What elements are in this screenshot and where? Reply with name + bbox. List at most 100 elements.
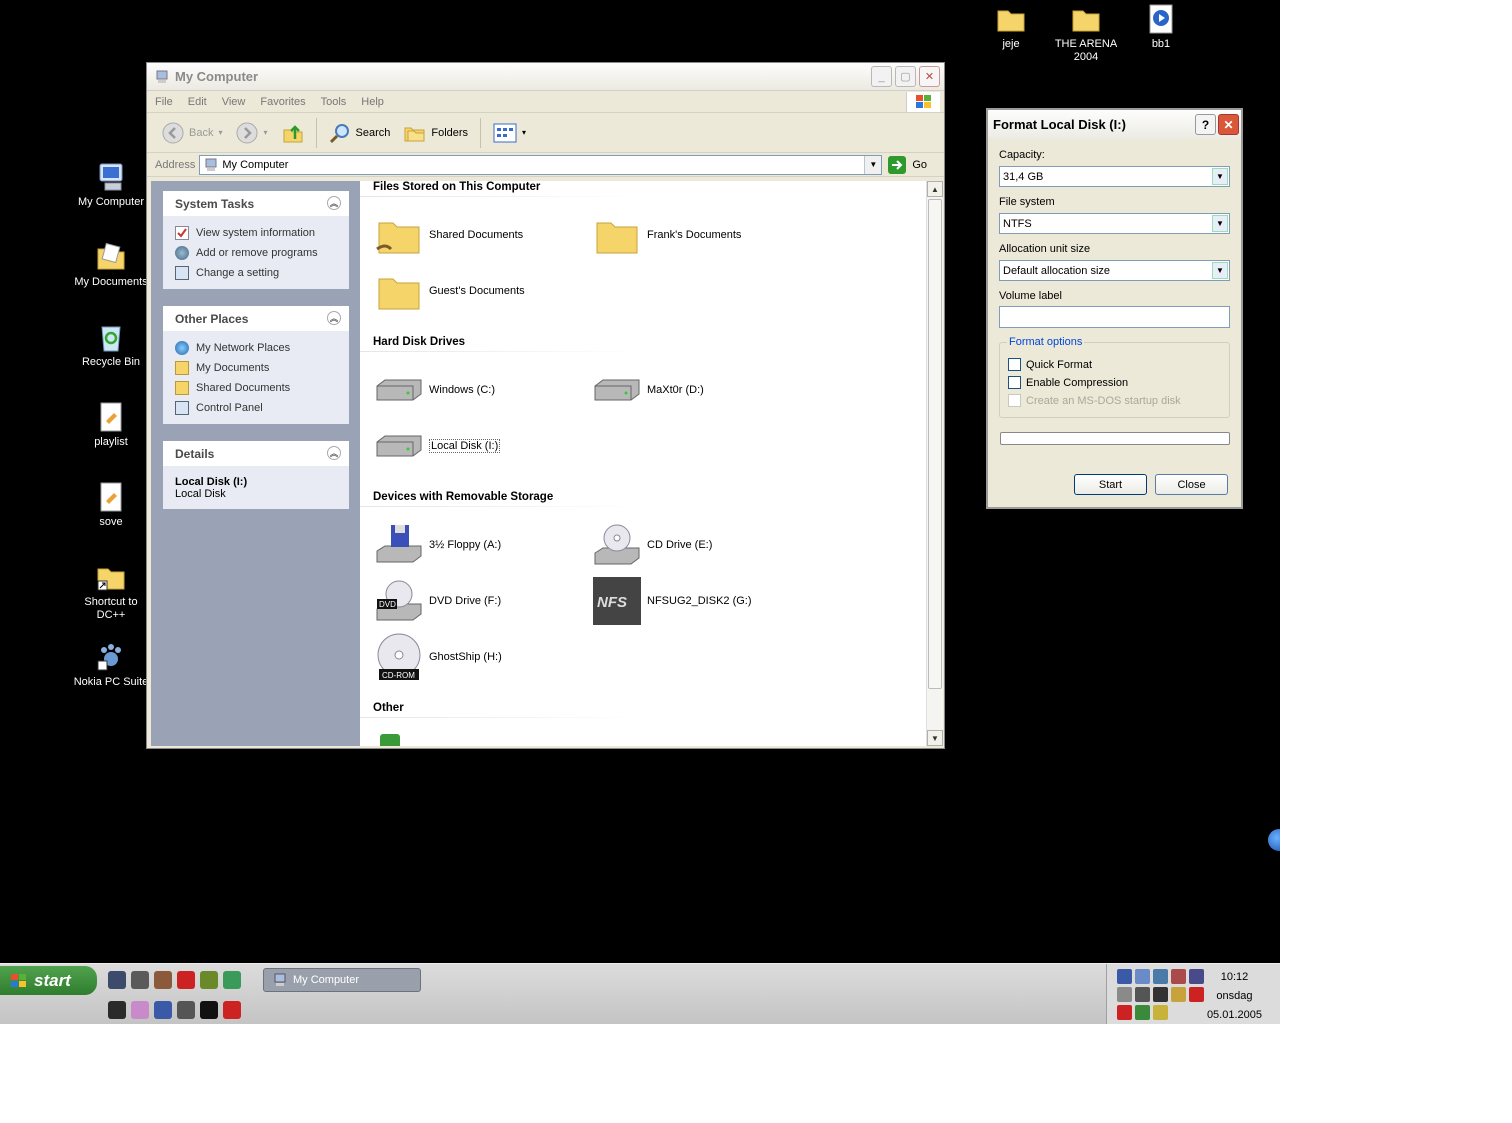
tray-icon[interactable]: [1153, 1005, 1168, 1020]
item-maxtor-d[interactable]: MaXt0r (D:): [593, 366, 704, 414]
task-view-system-information[interactable]: View system information: [175, 223, 349, 243]
views-button[interactable]: ▾: [488, 121, 531, 145]
item-cd-drive-e[interactable]: CD Drive (E:): [593, 521, 712, 569]
up-folder-button[interactable]: [277, 120, 309, 146]
place-shared-documents[interactable]: Shared Documents: [175, 378, 349, 398]
system-tasks-header[interactable]: System Tasks ︽: [163, 191, 349, 216]
menu-view[interactable]: View: [222, 96, 246, 108]
quick-launch-icon[interactable]: [200, 1001, 218, 1019]
close-icon[interactable]: ✕: [1218, 114, 1239, 135]
task-add-remove-programs[interactable]: Add or remove programs: [175, 243, 349, 263]
start-button[interactable]: start: [0, 966, 97, 995]
tray-icon[interactable]: [1117, 1005, 1132, 1020]
minimize-button[interactable]: _: [871, 66, 892, 87]
collapse-chevron-icon[interactable]: ︽: [327, 311, 341, 325]
tray-icon[interactable]: [1135, 969, 1150, 984]
desktop-icon-recycle-bin[interactable]: Recycle Bin: [71, 321, 151, 369]
address-dropdown-button[interactable]: ▼: [864, 155, 882, 174]
desktop-icon-my-computer[interactable]: My Computer: [71, 161, 151, 209]
capacity-select[interactable]: 31,4 GB ▼: [999, 166, 1230, 187]
desktop-icon-shortcut-dcpp[interactable]: Shortcut to DC++: [71, 561, 151, 622]
menu-help[interactable]: Help: [361, 96, 384, 108]
scroll-up-button[interactable]: ▲: [927, 181, 943, 197]
item-floppy-a[interactable]: 3½ Floppy (A:): [375, 521, 501, 569]
quick-launch-icon[interactable]: [108, 971, 126, 989]
quick-launch-icon[interactable]: [223, 971, 241, 989]
item-shared-documents[interactable]: Shared Documents: [375, 211, 523, 259]
tray-icon[interactable]: [1153, 987, 1168, 1002]
vertical-scrollbar[interactable]: ▲ ▼: [926, 181, 943, 746]
desktop-icon-my-documents[interactable]: My Documents: [71, 241, 151, 289]
tray-icon[interactable]: [1189, 969, 1204, 984]
details-header[interactable]: Details ︽: [163, 441, 349, 466]
item-ghostship-h[interactable]: CD-ROM GhostShip (H:): [375, 633, 502, 681]
desktop-icon-playlist[interactable]: playlist: [71, 401, 151, 449]
collapse-chevron-icon[interactable]: ︽: [327, 446, 341, 460]
explorer-titlebar[interactable]: My Computer _ ▢ ✕: [147, 63, 944, 91]
desktop-icon-sove[interactable]: sove: [71, 481, 151, 529]
quick-launch-icon[interactable]: [200, 971, 218, 989]
quick-launch-icon[interactable]: [223, 1001, 241, 1019]
quick-launch-icon[interactable]: [154, 971, 172, 989]
menu-favorites[interactable]: Favorites: [260, 96, 305, 108]
scroll-down-button[interactable]: ▼: [927, 730, 943, 746]
desktop-icon-the-arena-2004[interactable]: THE ARENA 2004: [1046, 3, 1126, 64]
forward-button[interactable]: ▾: [231, 120, 272, 146]
go-button[interactable]: Go: [888, 155, 927, 174]
item-guests-documents[interactable]: Guest's Documents: [375, 267, 525, 315]
clock[interactable]: 10:12 onsdag 05.01.2005: [1207, 968, 1262, 1024]
tray-icon[interactable]: [1153, 969, 1168, 984]
address-input[interactable]: My Computer ▼: [199, 154, 883, 175]
volume-label-input[interactable]: [999, 306, 1230, 328]
tray-icon[interactable]: [1135, 987, 1150, 1002]
tray-icon[interactable]: [1117, 987, 1132, 1002]
tray-icon[interactable]: [1189, 987, 1204, 1002]
file-system-select[interactable]: NTFS ▼: [999, 213, 1230, 234]
item-nfsug2-disk2-g[interactable]: NFS NFSUG2_DISK2 (G:): [593, 577, 752, 625]
task-change-setting[interactable]: Change a setting: [175, 263, 349, 283]
globe-icon[interactable]: [1268, 829, 1280, 851]
quick-launch-icon[interactable]: [131, 1001, 149, 1019]
quick-launch-icon[interactable]: [177, 971, 195, 989]
quick-launch-icon[interactable]: [131, 971, 149, 989]
item-franks-documents[interactable]: Frank's Documents: [593, 211, 741, 259]
item-windows-c[interactable]: Windows (C:): [375, 366, 495, 414]
tray-icon[interactable]: [1171, 969, 1186, 984]
back-button[interactable]: Back ▾: [157, 120, 227, 146]
scroll-thumb[interactable]: [928, 199, 942, 689]
quick-launch-icon[interactable]: [177, 1001, 195, 1019]
quick-format-checkbox[interactable]: Quick Format: [1008, 358, 1092, 371]
item-dvd-drive-f[interactable]: DVD DVD Drive (F:): [375, 577, 501, 625]
enable-compression-checkbox[interactable]: Enable Compression: [1008, 376, 1128, 389]
chevron-down-icon[interactable]: ▼: [1212, 168, 1228, 185]
start-button[interactable]: Start: [1074, 474, 1147, 495]
maximize-button[interactable]: ▢: [895, 66, 916, 87]
menu-file[interactable]: File: [155, 96, 173, 108]
menu-tools[interactable]: Tools: [321, 96, 347, 108]
place-my-documents[interactable]: My Documents: [175, 358, 349, 378]
close-button[interactable]: ✕: [919, 66, 940, 87]
desktop-icon-nokia-pc-suite[interactable]: Nokia PC Suite: [71, 641, 151, 689]
quick-launch-icon[interactable]: [154, 1001, 172, 1019]
menu-edit[interactable]: Edit: [188, 96, 207, 108]
close-button[interactable]: Close: [1155, 474, 1228, 495]
tray-icon[interactable]: [1135, 1005, 1150, 1020]
search-button[interactable]: Search: [324, 120, 396, 146]
place-my-network-places[interactable]: My Network Places: [175, 338, 349, 358]
format-dialog-titlebar[interactable]: Format Local Disk (I:) ? ✕: [988, 110, 1241, 139]
folders-button[interactable]: Folders: [399, 120, 473, 146]
tray-icon[interactable]: [1117, 969, 1132, 984]
chevron-down-icon[interactable]: ▼: [1212, 262, 1228, 279]
desktop-icon-jeje[interactable]: jeje: [971, 3, 1051, 51]
quick-launch-icon[interactable]: [108, 1001, 126, 1019]
allocation-unit-select[interactable]: Default allocation size ▼: [999, 260, 1230, 281]
partial-item-icon[interactable]: [380, 734, 400, 746]
help-button[interactable]: ?: [1195, 114, 1216, 135]
tray-icon[interactable]: [1171, 987, 1186, 1002]
other-places-header[interactable]: Other Places ︽: [163, 306, 349, 331]
place-control-panel[interactable]: Control Panel: [175, 398, 349, 418]
collapse-chevron-icon[interactable]: ︽: [327, 196, 341, 210]
chevron-down-icon[interactable]: ▼: [1212, 215, 1228, 232]
item-local-disk-i[interactable]: Local Disk (I:): [375, 422, 501, 470]
desktop-icon-bb1[interactable]: bb1: [1121, 3, 1201, 51]
